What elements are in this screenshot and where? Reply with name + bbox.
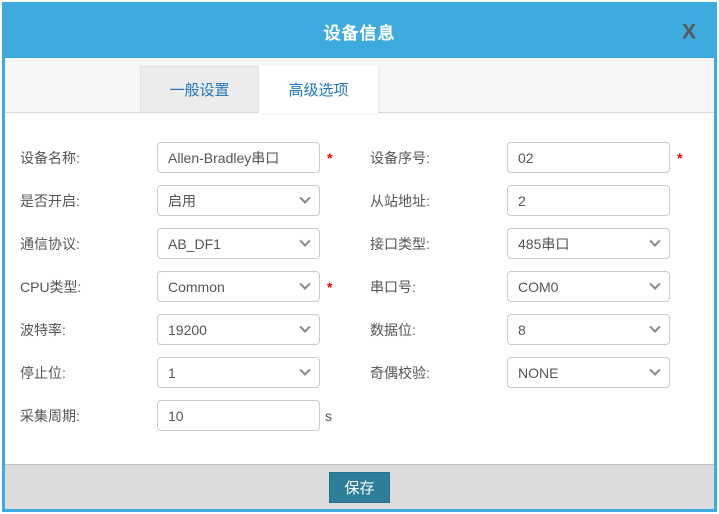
baud-rate-select[interactable]: 19200 [157,314,320,345]
field-row-baud-rate: 波特率: 19200 [20,314,370,345]
required-asterisk: * [327,279,332,295]
dialog-header: 设备信息 X [5,5,714,58]
collect-period-input[interactable] [157,400,320,431]
enable-label: 是否开启: [20,191,157,211]
tab-strip: 一般设置 高级选项 [5,58,714,113]
stop-bits-select[interactable]: 1 [157,357,320,388]
chevron-down-icon [649,321,660,332]
interface-type-select-value: 485串口 [518,234,569,254]
tab-advanced-options[interactable]: 高级选项 [259,66,378,113]
parity-select[interactable]: NONE [507,357,670,388]
cpu-type-label: CPU类型: [20,277,157,297]
data-bits-label: 数据位: [370,320,507,340]
protocol-select-value: AB_DF1 [168,236,221,252]
required-asterisk: * [327,150,332,166]
chevron-down-icon [299,192,310,203]
parity-label: 奇偶校验: [370,363,507,383]
chevron-down-icon [299,278,310,289]
device-name-input[interactable] [157,142,320,173]
enable-select[interactable]: 启用 [157,185,320,216]
protocol-label: 通信协议: [20,234,157,254]
chevron-down-icon [649,278,660,289]
cpu-type-select-value: Common [168,279,225,295]
chevron-down-icon [649,235,660,246]
close-icon[interactable]: X [682,21,696,42]
device-info-dialog: 设备信息 X 一般设置 高级选项 设备名称: * 是否开启: 启用 通信协议: [2,2,717,512]
field-row-cpu-type: CPU类型: Common * [20,271,370,302]
field-row-device-name: 设备名称: * [20,142,370,173]
interface-type-select[interactable]: 485串口 [507,228,670,259]
slave-address-input[interactable] [507,185,670,216]
tab-general-settings[interactable]: 一般设置 [140,66,259,112]
baud-rate-label: 波特率: [20,320,157,340]
form-column-left: 设备名称: * 是否开启: 启用 通信协议: AB_DF1 CPU类型: [20,142,370,464]
device-serial-input[interactable] [507,142,670,173]
stop-bits-select-value: 1 [168,365,176,381]
field-row-enable: 是否开启: 启用 [20,185,370,216]
data-bits-select-value: 8 [518,322,526,338]
chevron-down-icon [299,364,310,375]
field-row-interface-type: 接口类型: 485串口 [370,228,710,259]
interface-type-label: 接口类型: [370,234,507,254]
field-row-collect-period: 采集周期: s [20,400,370,431]
serial-port-select-value: COM0 [518,279,558,295]
field-row-stop-bits: 停止位: 1 [20,357,370,388]
field-row-data-bits: 数据位: 8 [370,314,710,345]
collect-period-label: 采集周期: [20,406,157,426]
chevron-down-icon [299,321,310,332]
required-asterisk: * [677,150,682,166]
chevron-down-icon [299,235,310,246]
dialog-title: 设备信息 [324,19,396,44]
data-bits-select[interactable]: 8 [507,314,670,345]
dialog-footer: 保存 [5,464,714,509]
field-row-parity: 奇偶校验: NONE [370,357,710,388]
enable-select-value: 启用 [168,191,196,211]
device-name-label: 设备名称: [20,148,157,168]
save-button[interactable]: 保存 [329,472,390,503]
field-row-slave-address: 从站地址: [370,185,710,216]
serial-port-label: 串口号: [370,277,507,297]
form-column-right: 设备序号: * 从站地址: 接口类型: 485串口 串口号: COM0 [370,142,710,464]
form-area: 设备名称: * 是否开启: 启用 通信协议: AB_DF1 CPU类型: [5,113,714,464]
field-row-device-serial: 设备序号: * [370,142,710,173]
field-row-protocol: 通信协议: AB_DF1 [20,228,370,259]
protocol-select[interactable]: AB_DF1 [157,228,320,259]
serial-port-select[interactable]: COM0 [507,271,670,302]
device-serial-label: 设备序号: [370,148,507,168]
field-row-serial-port: 串口号: COM0 [370,271,710,302]
cpu-type-select[interactable]: Common [157,271,320,302]
stop-bits-label: 停止位: [20,363,157,383]
parity-select-value: NONE [518,365,558,381]
slave-address-label: 从站地址: [370,191,507,211]
seconds-unit-suffix: s [325,408,332,424]
chevron-down-icon [649,364,660,375]
baud-rate-select-value: 19200 [168,322,207,338]
